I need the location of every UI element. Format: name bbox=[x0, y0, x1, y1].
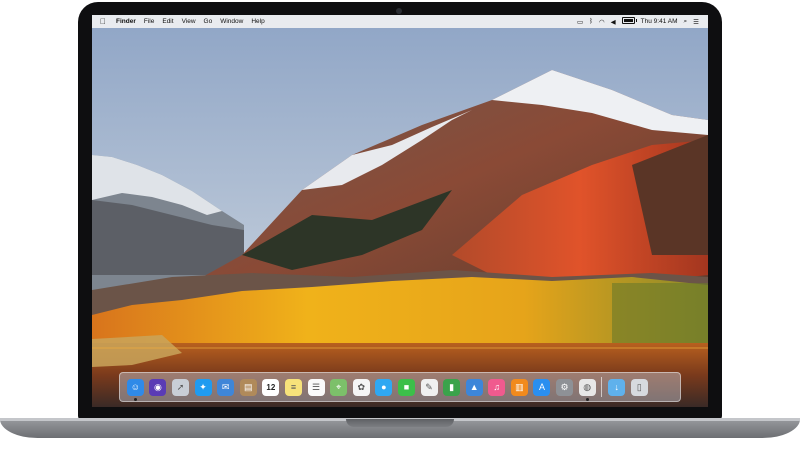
maps-icon[interactable]: ⌖ bbox=[330, 378, 348, 396]
spotlight-search-icon[interactable]: ⌕ bbox=[681, 18, 691, 26]
mail-stamp-icon[interactable]: ✉ bbox=[217, 378, 235, 396]
ibooks-icon[interactable]: ▥ bbox=[510, 378, 528, 396]
chrome-icon[interactable]: ◍ bbox=[578, 378, 596, 401]
menu-file[interactable]: File bbox=[140, 18, 158, 25]
laptop-opening-notch bbox=[346, 419, 454, 427]
keynote-podium-icon-glyph: ▲ bbox=[469, 382, 479, 392]
menu-go[interactable]: Go bbox=[200, 18, 217, 25]
messages-bubble-icon-glyph: ● bbox=[381, 382, 387, 392]
siri-icon-glyph: ◉ bbox=[153, 381, 162, 392]
volume-icon[interactable]: ◀ bbox=[608, 18, 619, 26]
menu-app-name[interactable]: Finder bbox=[112, 18, 140, 25]
launchpad-rocket-icon-glyph: ➚ bbox=[176, 381, 185, 392]
app-store-icon-glyph: A bbox=[538, 382, 545, 392]
safari-compass-icon[interactable]: ✦ bbox=[194, 378, 212, 396]
safari-compass-icon-glyph: ✦ bbox=[199, 381, 207, 392]
apple-logo-icon[interactable]:  bbox=[92, 17, 112, 26]
itunes-note-icon[interactable]: ♫ bbox=[488, 378, 506, 396]
calendar-icon[interactable]: 12 bbox=[262, 378, 280, 396]
notes-icon-glyph: ≡ bbox=[290, 382, 297, 392]
menu-bar-status-area: ▭ ᛒ ◠ ◀ Thu 9:41 AM ⌕ ☰ bbox=[574, 17, 708, 26]
messages-bubble-icon[interactable]: ● bbox=[375, 378, 393, 396]
menu-edit[interactable]: Edit bbox=[158, 18, 177, 25]
downloads-folder-icon-glyph: ↓ bbox=[614, 382, 620, 392]
menu-bar:  Finder File Edit View Go Window Help ▭… bbox=[92, 15, 708, 28]
ibooks-icon-glyph: ▥ bbox=[515, 381, 524, 392]
downloads-folder-icon[interactable]: ↓ bbox=[608, 378, 626, 396]
menu-clock[interactable]: Thu 9:41 AM bbox=[638, 18, 681, 25]
calendar-date-label: 12 bbox=[266, 382, 276, 392]
siri-icon[interactable]: ◉ bbox=[149, 378, 167, 396]
menu-help[interactable]: Help bbox=[247, 18, 268, 25]
finder-icon[interactable]: ☺ bbox=[126, 378, 144, 401]
app-store-icon[interactable]: A bbox=[533, 378, 551, 396]
reminders-icon-glyph: ☰ bbox=[312, 381, 321, 392]
facetime-camera-icon[interactable]: ■ bbox=[397, 378, 415, 396]
pages-icon-glyph: ✎ bbox=[425, 381, 433, 392]
contacts-book-icon-glyph: ▤ bbox=[244, 381, 253, 392]
mail-stamp-icon-glyph: ✉ bbox=[221, 381, 230, 392]
battery-icon[interactable] bbox=[619, 17, 638, 26]
maps-icon-glyph: ⌖ bbox=[336, 381, 342, 392]
itunes-note-icon-glyph: ♫ bbox=[493, 382, 501, 392]
notes-icon[interactable]: ≡ bbox=[284, 378, 302, 396]
desktop-wallpaper bbox=[92, 15, 708, 407]
notification-center-icon[interactable]: ☰ bbox=[690, 18, 702, 26]
trash-icon[interactable]: ▯ bbox=[630, 378, 648, 396]
menu-window[interactable]: Window bbox=[216, 18, 247, 25]
trash-icon-glyph: ▯ bbox=[636, 381, 642, 392]
chrome-icon-glyph: ◍ bbox=[583, 381, 592, 392]
camera-icon bbox=[396, 8, 402, 14]
running-indicator bbox=[133, 397, 137, 401]
facetime-camera-icon-glyph: ■ bbox=[403, 382, 410, 392]
dock: ☺ ◉ ➚ ✦ ✉ ▤ 12 ≡ ☰ ⌖ ✿ ● ■ ✎ ▮ ▲ ♫ ▥ A ⚙ ◍ ↓ ▯ bbox=[119, 372, 681, 402]
reminders-icon[interactable]: ☰ bbox=[307, 378, 325, 396]
desktop-screen:  Finder File Edit View Go Window Help ▭… bbox=[92, 15, 708, 407]
pages-icon[interactable]: ✎ bbox=[420, 378, 438, 396]
airplay-icon[interactable]: ▭ bbox=[574, 18, 586, 26]
battery-level bbox=[623, 19, 633, 22]
photos-pinwheel-icon[interactable]: ✿ bbox=[352, 378, 370, 396]
keynote-podium-icon[interactable]: ▲ bbox=[465, 378, 483, 396]
launchpad-rocket-icon[interactable]: ➚ bbox=[171, 378, 189, 396]
menu-view[interactable]: View bbox=[178, 18, 200, 25]
numbers-chart-icon[interactable]: ▮ bbox=[443, 378, 461, 396]
bluetooth-icon[interactable]: ᛒ bbox=[586, 18, 596, 25]
dock-separator bbox=[601, 377, 603, 397]
finder-icon-glyph: ☺ bbox=[130, 382, 140, 392]
running-indicator bbox=[585, 397, 589, 401]
numbers-chart-icon-glyph: ▮ bbox=[449, 381, 455, 392]
system-preferences-gear-icon-glyph: ⚙ bbox=[560, 381, 569, 392]
system-preferences-gear-icon[interactable]: ⚙ bbox=[556, 378, 574, 396]
photos-pinwheel-icon-glyph: ✿ bbox=[357, 381, 365, 392]
wifi-icon[interactable]: ◠ bbox=[596, 18, 608, 26]
contacts-book-icon[interactable]: ▤ bbox=[239, 378, 257, 396]
